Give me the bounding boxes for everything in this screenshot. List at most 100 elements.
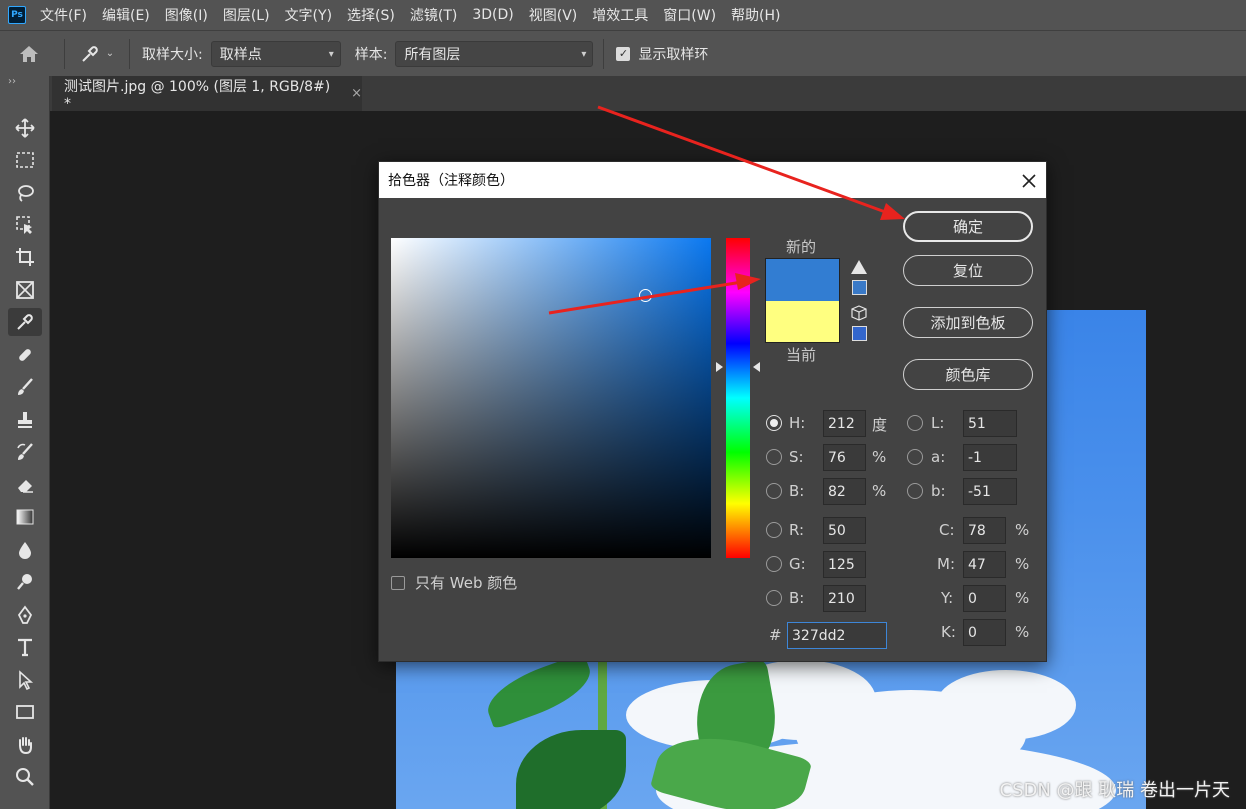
radio-brightness[interactable] <box>766 483 782 499</box>
menu-type[interactable]: 文字(Y) <box>285 5 332 25</box>
black-unit: % <box>1015 623 1030 641</box>
crop-tool-icon[interactable] <box>8 243 42 271</box>
red-field[interactable]: 50 <box>823 517 866 544</box>
dodge-tool-icon[interactable] <box>8 568 42 596</box>
new-color-label: 新的 <box>786 238 817 256</box>
frame-tool-icon[interactable] <box>8 276 42 304</box>
cyan-unit: % <box>1015 521 1030 539</box>
menu-view[interactable]: 视图(V) <box>529 5 578 25</box>
gamut-color-swatch[interactable] <box>852 280 867 295</box>
blur-tool-icon[interactable] <box>8 536 42 564</box>
out-of-gamut-warning-icon[interactable] <box>851 260 867 274</box>
menu-layer[interactable]: 图层(L) <box>223 5 270 25</box>
hue-slider-left-arrow-icon[interactable] <box>716 362 723 372</box>
yellow-field[interactable]: 0 <box>963 585 1006 612</box>
reset-button[interactable]: 复位 <box>903 255 1033 286</box>
menu-select[interactable]: 选择(S) <box>347 5 395 25</box>
black-label: K: <box>941 623 956 641</box>
radio-lab-a[interactable] <box>907 449 923 465</box>
tool-preset-picker[interactable]: ⌄ <box>71 44 123 64</box>
dialog-title-bar[interactable]: 拾色器（注释颜色） <box>379 162 1046 198</box>
hue-slider[interactable] <box>726 238 750 558</box>
lab-l-field[interactable]: 51 <box>963 410 1017 437</box>
ok-button[interactable]: 确定 <box>903 211 1033 242</box>
web-colors-only-checkbox[interactable] <box>391 576 405 590</box>
chevron-down-icon: ▾ <box>581 48 587 60</box>
web-safe-color-swatch[interactable] <box>852 326 867 341</box>
show-ring-checkbox[interactable]: ✓ <box>616 46 631 61</box>
magenta-field[interactable]: 47 <box>963 551 1006 578</box>
radio-blue[interactable] <box>766 590 782 606</box>
hex-color-field[interactable]: 327dd2 <box>787 622 887 649</box>
lab-b-field[interactable]: -51 <box>963 478 1017 505</box>
separator <box>64 38 65 69</box>
hand-tool-icon[interactable] <box>8 731 42 759</box>
home-icon[interactable] <box>0 44 58 64</box>
blue-field[interactable]: 210 <box>823 585 866 612</box>
object-select-tool-icon[interactable] <box>8 211 42 239</box>
menu-help[interactable]: 帮助(H) <box>731 5 780 25</box>
type-tool-icon[interactable] <box>8 633 42 661</box>
photoshop-logo-icon[interactable]: Ps <box>8 6 26 24</box>
eyedropper-tool-icon[interactable] <box>8 308 42 336</box>
color-libraries-button[interactable]: 颜色库 <box>903 359 1033 390</box>
add-to-swatches-button[interactable]: 添加到色板 <box>903 307 1033 338</box>
move-tool-icon[interactable] <box>8 114 42 142</box>
separator <box>129 38 130 69</box>
sample-size-value: 取样点 <box>219 46 262 63</box>
menu-file[interactable]: 文件(F) <box>40 5 87 25</box>
collapse-panel-icon[interactable]: ›› <box>0 76 49 96</box>
menu-plugins[interactable]: 增效工具 <box>592 5 648 25</box>
marquee-tool-icon[interactable] <box>8 146 42 174</box>
zoom-tool-icon[interactable] <box>8 763 42 791</box>
stamp-tool-icon[interactable] <box>8 406 42 434</box>
lab-a-label: a: <box>931 448 946 466</box>
watermark: CSDN @跟 耿瑞 卷出一片天 <box>999 780 1230 801</box>
gradient-tool-icon[interactable] <box>8 503 42 531</box>
sample-size-dropdown[interactable]: 取样点 ▾ <box>210 40 341 67</box>
path-selection-tool-icon[interactable] <box>8 666 42 694</box>
hue-slider-right-arrow-icon[interactable] <box>753 362 760 372</box>
menu-image[interactable]: 图像(I) <box>165 5 208 25</box>
radio-green[interactable] <box>766 556 782 572</box>
black-field[interactable]: 0 <box>963 619 1006 646</box>
radio-lab-l[interactable] <box>907 415 923 431</box>
lab-a-field[interactable]: -1 <box>963 444 1017 471</box>
history-brush-tool-icon[interactable] <box>8 438 42 466</box>
web-safe-cube-icon[interactable] <box>851 305 867 321</box>
close-icon[interactable]: × <box>351 86 362 101</box>
options-bar: ⌄ 取样大小: 取样点 ▾ 样本: 所有图层 ▾ ✓ 显示取样环 <box>0 30 1246 76</box>
saturation-field[interactable]: 76 <box>823 444 866 471</box>
document-tab[interactable]: 测试图片.jpg @ 100% (图层 1, RGB/8#) * × <box>52 76 362 112</box>
radio-lab-b[interactable] <box>907 483 923 499</box>
rectangle-tool-icon[interactable] <box>8 698 42 726</box>
green-field[interactable]: 125 <box>823 551 866 578</box>
lasso-tool-icon[interactable] <box>8 179 42 207</box>
saturation-brightness-field[interactable] <box>391 238 711 558</box>
color-picker-cursor[interactable] <box>639 289 652 302</box>
magenta-unit: % <box>1015 555 1030 573</box>
menu-window[interactable]: 窗口(W) <box>663 5 716 25</box>
color-picker-dialog: 拾色器（注释颜色） 新的 当前 确定 复位 添加到色板 颜色库 H: 212 度… <box>378 161 1047 662</box>
close-icon[interactable] <box>1022 169 1036 193</box>
radio-red[interactable] <box>766 522 782 538</box>
radio-saturation[interactable] <box>766 449 782 465</box>
cyan-field[interactable]: 78 <box>963 517 1006 544</box>
healing-brush-tool-icon[interactable] <box>8 341 42 369</box>
green-label: G: <box>789 555 806 573</box>
sample-dropdown[interactable]: 所有图层 ▾ <box>395 40 594 67</box>
eraser-tool-icon[interactable] <box>8 471 42 499</box>
hue-field[interactable]: 212 <box>823 410 866 437</box>
saturation-label: S: <box>789 448 804 466</box>
pen-tool-icon[interactable] <box>8 601 42 629</box>
brush-tool-icon[interactable] <box>8 373 42 401</box>
menu-edit[interactable]: 编辑(E) <box>102 5 150 25</box>
menu-3d[interactable]: 3D(D) <box>472 7 513 23</box>
current-color-swatch[interactable] <box>765 301 840 343</box>
radio-hue[interactable] <box>766 415 782 431</box>
cloud <box>936 670 1076 740</box>
menu-filter[interactable]: 滤镜(T) <box>410 5 457 25</box>
brightness-field[interactable]: 82 <box>823 478 866 505</box>
web-colors-only-label: 只有 Web 颜色 <box>415 574 518 592</box>
brightness-label: B: <box>789 482 805 500</box>
